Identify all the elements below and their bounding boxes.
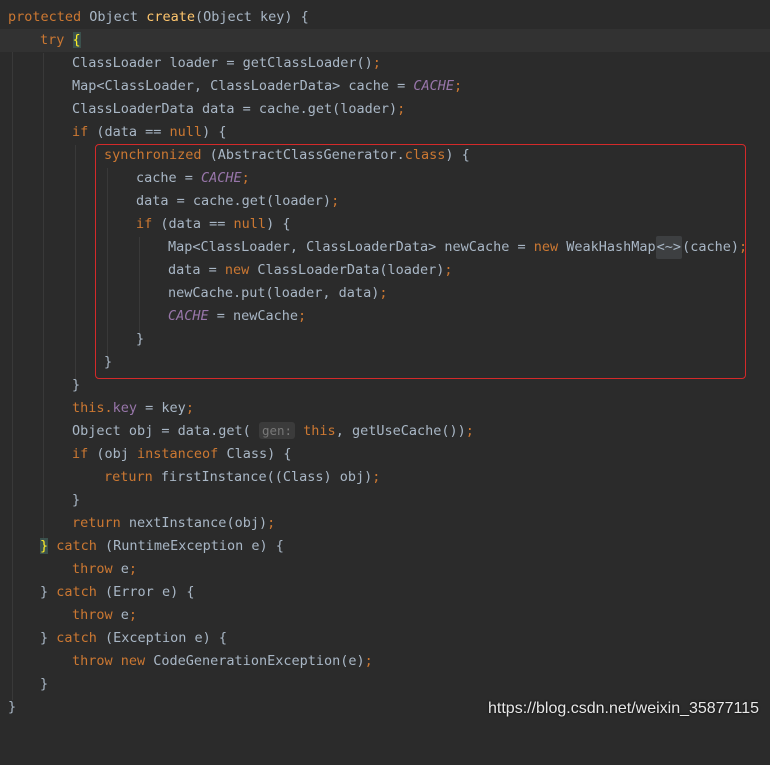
keyword-throw: throw [72, 561, 121, 577]
keyword-null: null [169, 124, 203, 140]
semicolon: ; [454, 78, 463, 94]
parameter-hint: gen: [258, 422, 296, 439]
semicolon: ; [267, 515, 276, 531]
highlight-box [95, 144, 746, 379]
semicolon: ; [364, 653, 373, 669]
code-line-5[interactable]: ClassLoaderData data = cache.get(loader)… [0, 98, 770, 121]
closing-brace: } [40, 630, 57, 646]
semicolon: ; [128, 607, 138, 623]
keyword-catch: catch [48, 538, 106, 554]
code-editor[interactable]: protected Object create(Object key) { tr… [0, 0, 770, 728]
code-line-1[interactable]: protected Object create(Object key) { [0, 6, 770, 29]
code-line-6[interactable]: if (data == null) { [0, 121, 770, 144]
code-line-2[interactable]: try { [0, 29, 770, 52]
statement: ClassLoader loader = getClassLoader() [72, 55, 373, 71]
semicolon: ; [465, 423, 474, 439]
type-object: Object [89, 9, 147, 25]
keyword-this: this [72, 400, 105, 416]
params: (Object key) { [194, 9, 309, 25]
code-line-19[interactable]: Object obj = data.get( gen: this, getUse… [0, 420, 770, 443]
code-line-23[interactable]: return nextInstance(obj); [0, 512, 770, 535]
code-line-26[interactable]: } catch (Error e) { [0, 581, 770, 604]
code-line-30[interactable]: } [0, 673, 770, 696]
args: , getUseCache()) [335, 423, 466, 439]
keyword-catch: catch [56, 630, 106, 646]
closing-brace: } [8, 699, 17, 715]
code-line-24[interactable]: } catch (RuntimeException e) { [0, 535, 770, 558]
keyword-catch: catch [56, 584, 106, 600]
static-field-cache: CACHE [413, 78, 455, 94]
code-line-29[interactable]: throw new CodeGenerationException(e); [0, 650, 770, 673]
condition-end: ) { [202, 124, 227, 140]
closing-brace: } [40, 584, 57, 600]
expression: CodeGenerationException(e) [153, 653, 365, 669]
code-line-25[interactable]: throw e; [0, 558, 770, 581]
keyword-protected: protected [8, 9, 90, 25]
matched-brace: { [72, 32, 81, 48]
condition: (obj [96, 446, 138, 462]
expression: e [120, 561, 129, 577]
code-line-21[interactable]: return firstInstance((Class) obj); [0, 466, 770, 489]
code-line-20[interactable]: if (obj instanceof Class) { [0, 443, 770, 466]
semicolon: ; [128, 561, 138, 577]
statement: ClassLoaderData data = cache.get(loader) [72, 101, 398, 117]
keyword-throw-new: throw new [72, 653, 154, 669]
code-line-4[interactable]: Map<ClassLoader, ClassLoaderData> cache … [0, 75, 770, 98]
semicolon: ; [397, 101, 406, 117]
statement: Object obj = data.get( [72, 423, 259, 439]
expression: nextInstance(obj) [128, 515, 268, 531]
field-key: key [112, 400, 138, 416]
semicolon: ; [185, 400, 194, 416]
keyword-if: if [72, 446, 97, 462]
expression: firstInstance((Class) obj) [160, 469, 373, 485]
closing-brace: } [40, 676, 49, 692]
code-line-27[interactable]: throw e; [0, 604, 770, 627]
closing-brace: } [72, 492, 81, 508]
code-line-18[interactable]: this.key = key; [0, 397, 770, 420]
condition: (data == [96, 124, 170, 140]
code-line-22[interactable]: } [0, 489, 770, 512]
expression: e [120, 607, 129, 623]
watermark-url: https://blog.csdn.net/weixin_35877115 [488, 700, 760, 717]
keyword-throw: throw [72, 607, 121, 623]
method-create: create [146, 9, 195, 25]
dot: . [104, 400, 113, 416]
keyword-if: if [72, 124, 97, 140]
catch-clause: (RuntimeException e) { [105, 538, 284, 554]
semicolon: ; [372, 469, 381, 485]
condition-end: Class) { [226, 446, 292, 462]
semicolon: ; [372, 55, 381, 71]
keyword-return: return [72, 515, 129, 531]
keyword-return: return [104, 469, 161, 485]
keyword-try: try [40, 32, 73, 48]
catch-clause: (Exception e) { [105, 630, 227, 646]
closing-brace: } [72, 377, 81, 393]
matched-brace: } [40, 538, 49, 554]
keyword-this: this [295, 423, 336, 439]
code-line-28[interactable]: } catch (Exception e) { [0, 627, 770, 650]
assignment: = key [137, 400, 186, 416]
catch-clause: (Error e) { [105, 584, 195, 600]
code-line-3[interactable]: ClassLoader loader = getClassLoader(); [0, 52, 770, 75]
keyword-instanceof: instanceof [137, 446, 227, 462]
statement: Map<ClassLoader, ClassLoaderData> cache … [72, 78, 414, 94]
